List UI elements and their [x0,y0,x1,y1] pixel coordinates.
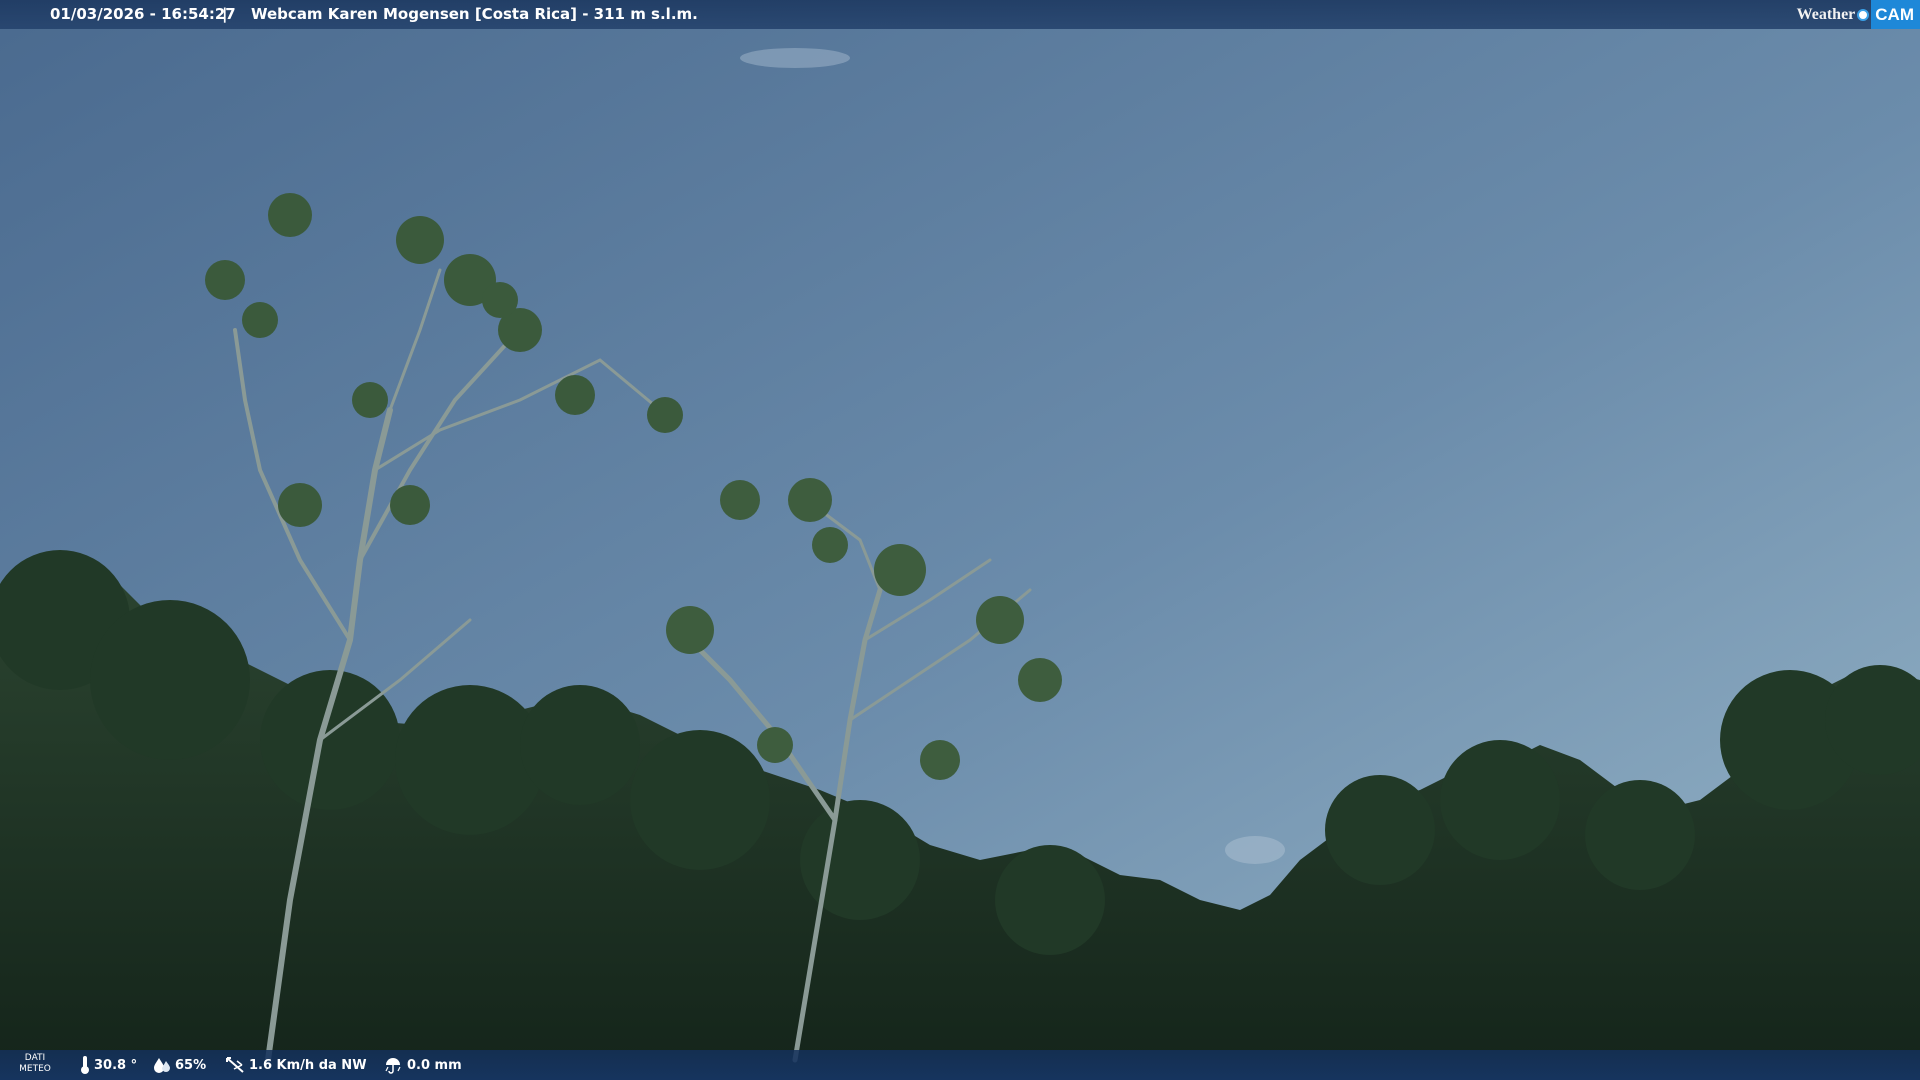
temperature-value: 30.8 ° [94,1057,138,1073]
dati-meteo-label: DATI METEO [18,1053,52,1075]
cloud [740,48,850,68]
wind-item: 1.6 Km/h da NW [225,1050,367,1080]
logo-dot-icon [1857,8,1870,21]
dati-label: DATI [24,1053,46,1063]
humidity-icon [154,1058,170,1073]
humidity-value: 65% [175,1057,207,1073]
weathercam-logo: Weather CAM [1789,0,1920,29]
webcam-image [0,0,1920,1080]
webcam-title: Webcam Karen Mogensen [Costa Rica] - 311… [251,5,698,23]
temperature-item: 30.8 ° [80,1050,137,1080]
top-info-bar: 01/03/2026 - 16:54:27 | Webcam Karen Mog… [0,0,1920,29]
rain-value: 0.0 mm [407,1057,462,1073]
wind-value: 1.6 Km/h da NW [249,1057,367,1073]
logo-text-cam: CAM [1871,0,1920,29]
rain-icon [385,1058,401,1074]
thermometer-icon [81,1056,89,1074]
weather-data-bar: DATI METEO 30.8 ° 65% 1.6 Km/h da NW 0.0… [0,1050,1920,1080]
separator: | [222,5,228,23]
timestamp: 01/03/2026 - 16:54:27 [50,5,236,23]
meteo-label: METEO [19,1064,51,1074]
wind-icon [226,1057,244,1073]
logo-text-weather: Weather [1796,6,1856,23]
humidity-item: 65% [153,1050,206,1080]
cloud [1225,836,1285,864]
rain-item: 0.0 mm [383,1050,462,1080]
